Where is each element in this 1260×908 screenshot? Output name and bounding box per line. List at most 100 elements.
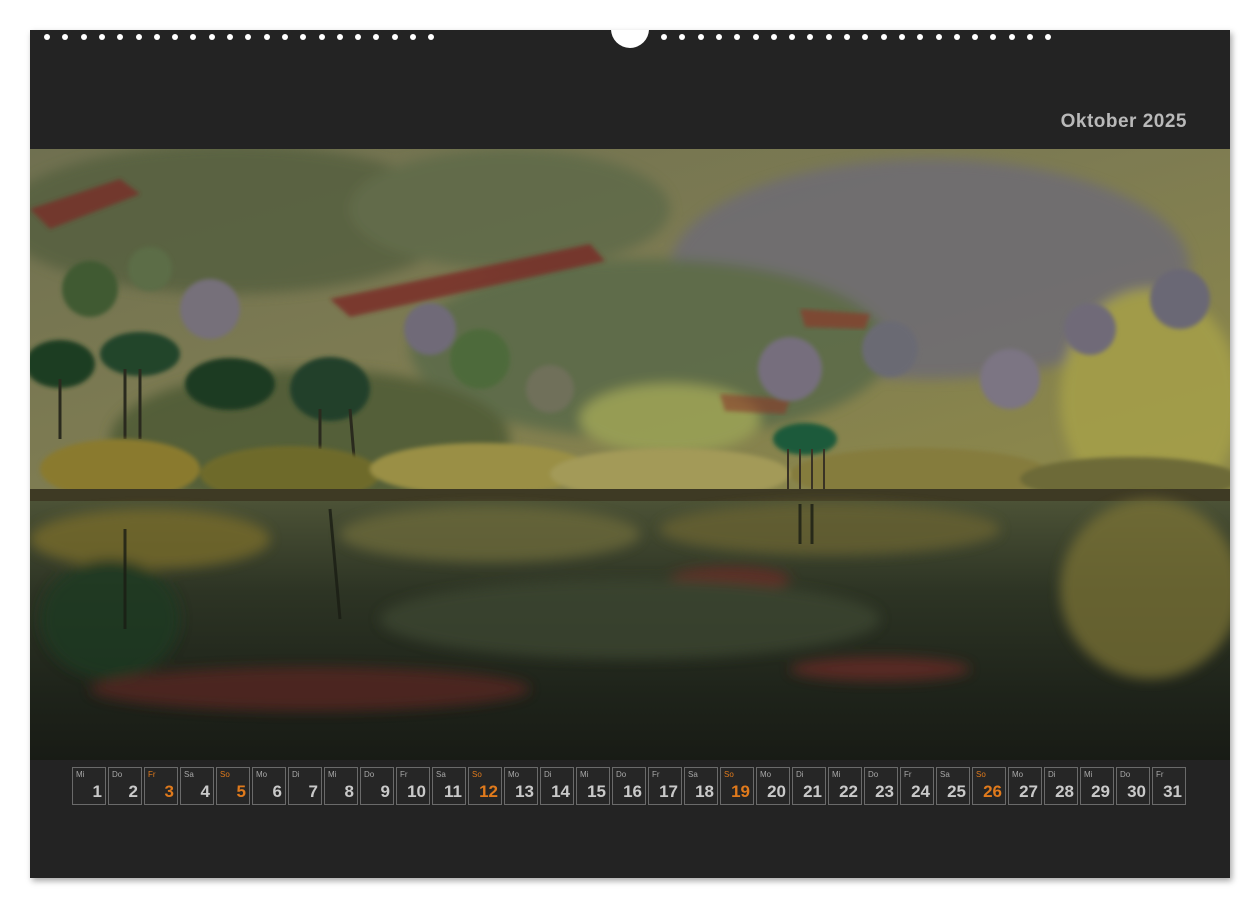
binding-hole-icon (844, 34, 850, 40)
day-number: 21 (803, 782, 822, 801)
landscape-photo-icon (30, 149, 1230, 760)
day-cell: Fr 3 (144, 767, 178, 805)
weekday-label: Mo (256, 770, 268, 779)
weekday-label: Sa (940, 770, 950, 779)
weekday-label: Mi (580, 770, 589, 779)
binding-hole-icon (300, 34, 307, 40)
binding-hole-icon (862, 34, 869, 40)
binding-hole-icon (410, 34, 416, 40)
day-cell: Fr 24 (900, 767, 934, 805)
binding-hole-icon (172, 34, 179, 40)
day-number: 3 (164, 782, 174, 801)
binding-hole-icon (1045, 34, 1052, 40)
binding-hole-icon (336, 34, 343, 40)
day-number: 29 (1091, 782, 1110, 801)
binding-hole-icon (135, 34, 142, 40)
binding-hole-icon (208, 34, 215, 40)
day-cell: Fr 10 (396, 767, 430, 805)
day-number: 26 (983, 782, 1002, 801)
binding-hole-icon (1008, 34, 1015, 40)
day-cell: Di 21 (792, 767, 826, 805)
day-cell: Do 23 (864, 767, 898, 805)
hanger-hole-icon (611, 30, 649, 48)
day-cell: Mi 8 (324, 767, 358, 805)
binding-hole-icon (318, 34, 325, 40)
binding-hole-icon (734, 34, 741, 40)
day-cell: Sa 4 (180, 767, 214, 805)
binding-hole-icon (972, 34, 979, 40)
weekday-label: So (472, 770, 482, 779)
wall-calendar-page: Oktober 2025 Mi 1 Do 2 Fr 3 Sa 4 So 5 Mo… (30, 30, 1230, 878)
binding-hole-icon (880, 34, 887, 40)
day-number: 24 (911, 782, 930, 801)
day-number: 22 (839, 782, 858, 801)
binding-hole-icon (825, 34, 832, 40)
binding-hole-icon (98, 34, 105, 40)
weekday-label: So (724, 770, 734, 779)
day-number: 25 (947, 782, 966, 801)
day-cell: Mi 15 (576, 767, 610, 805)
day-number: 31 (1163, 782, 1182, 801)
weekday-label: Fr (1156, 770, 1164, 779)
day-number: 1 (92, 782, 102, 801)
day-cell: Mo 13 (504, 767, 538, 805)
binding-hole-icon (898, 34, 905, 40)
binding-hole-icon (752, 34, 759, 40)
weekday-label: Mi (328, 770, 337, 779)
weekday-label: Mi (1084, 770, 1093, 779)
day-cell: Do 16 (612, 767, 646, 805)
day-cell: Di 28 (1044, 767, 1078, 805)
day-number: 9 (380, 782, 390, 801)
weekday-label: Sa (436, 770, 446, 779)
day-number: 20 (767, 782, 786, 801)
binding-hole-icon (715, 34, 722, 40)
weekday-label: Do (112, 770, 123, 779)
day-number: 30 (1127, 782, 1146, 801)
weekday-label: Do (868, 770, 879, 779)
day-number: 11 (444, 782, 462, 801)
day-cell: So 12 (468, 767, 502, 805)
weekday-label: Di (292, 770, 300, 779)
landscape-photo (30, 149, 1230, 760)
weekday-label: Fr (400, 770, 408, 779)
binding-hole-icon (391, 34, 398, 40)
day-number: 14 (551, 782, 570, 801)
binding-hole-icon (117, 34, 124, 40)
binding-hole-icon (953, 34, 960, 40)
weekday-label: Di (1048, 770, 1056, 779)
weekday-label: Mo (508, 770, 520, 779)
day-cell: So 19 (720, 767, 754, 805)
day-cell: Fr 17 (648, 767, 682, 805)
day-number: 6 (272, 782, 282, 801)
day-cell: Mo 6 (252, 767, 286, 805)
day-number: 18 (695, 782, 714, 801)
binding-hole-icon (697, 34, 704, 40)
day-number: 5 (236, 782, 246, 801)
weekday-label: Mo (760, 770, 772, 779)
weekday-label: So (976, 770, 986, 779)
day-cell: Mi 1 (72, 767, 106, 805)
day-cell: Sa 11 (432, 767, 466, 805)
day-cell: Di 14 (540, 767, 574, 805)
weekday-label: Mo (1012, 770, 1024, 779)
day-number: 7 (308, 782, 318, 801)
day-number: 19 (731, 782, 750, 801)
binding-hole-icon (1027, 34, 1033, 40)
weekday-label: Fr (904, 770, 912, 779)
weekday-label: Mi (76, 770, 85, 779)
binding-hole-icon (807, 34, 814, 40)
day-cell: Do 2 (108, 767, 142, 805)
weekday-label: Fr (148, 770, 156, 779)
binding-hole-icon (245, 34, 252, 40)
day-cell: Fr 31 (1152, 767, 1186, 805)
day-number: 2 (128, 782, 138, 801)
weekday-label: Sa (688, 770, 698, 779)
weekday-label: Do (364, 770, 375, 779)
binding-hole-icon (281, 34, 288, 40)
day-cell: Sa 18 (684, 767, 718, 805)
day-number: 27 (1019, 782, 1038, 801)
weekday-label: So (220, 770, 230, 779)
day-cell: Mo 27 (1008, 767, 1042, 805)
day-number: 12 (479, 782, 498, 801)
binding-hole-icon (44, 34, 50, 40)
